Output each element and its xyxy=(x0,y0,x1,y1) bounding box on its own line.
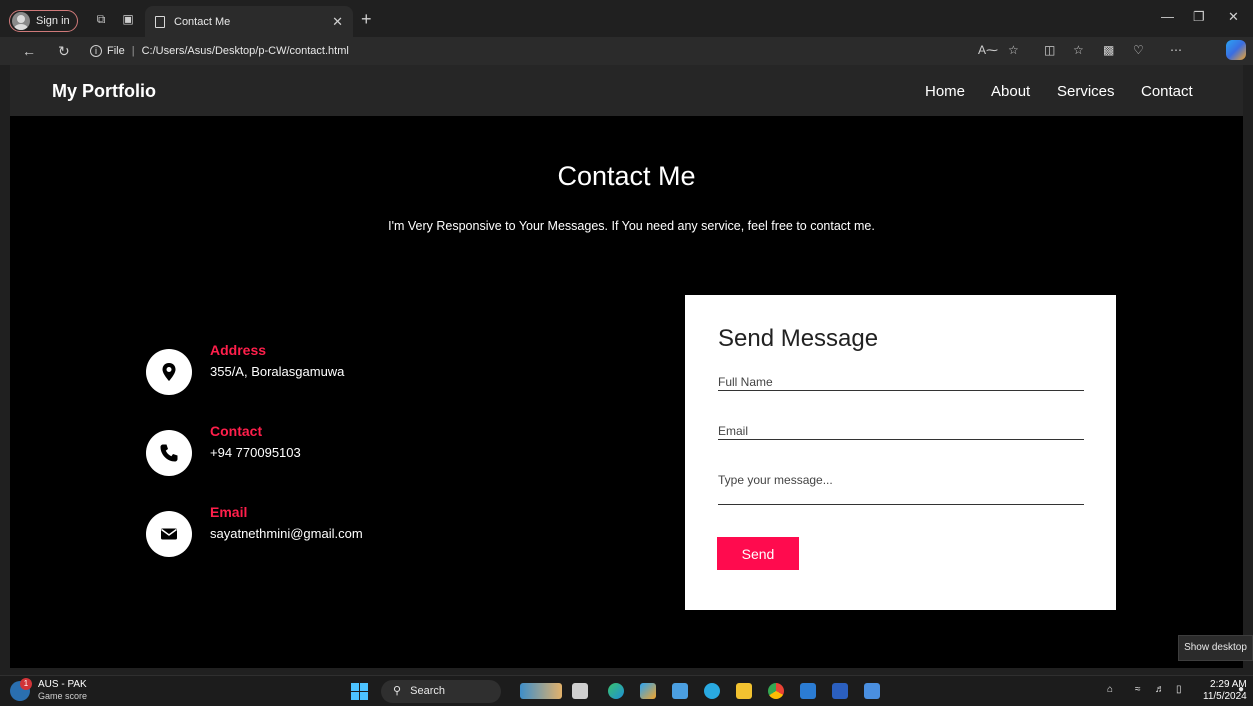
tab-contact-me[interactable]: Contact Me ✕ xyxy=(145,6,353,37)
notification-badge: 1 xyxy=(20,678,32,690)
contact-title: Contact xyxy=(210,423,263,439)
workspaces-icon[interactable]: ⧉ xyxy=(94,12,108,26)
read-aloud-icon[interactable]: A⁓ xyxy=(978,43,998,57)
close-window-icon[interactable]: ✕ xyxy=(1228,9,1239,25)
tab-actions-icon[interactable]: ▣ xyxy=(121,12,135,26)
address-value: 355/A, Boralasgamuwa xyxy=(210,364,345,379)
notepad-icon[interactable] xyxy=(864,683,880,699)
url-text: C:/Users/Asus/Desktop/p-CW/contact.html xyxy=(141,45,349,57)
url-field[interactable]: i File | C:/Users/Asus/Desktop/p-CW/cont… xyxy=(86,40,1086,62)
windows-taskbar: 1 AUS - PAK Game score ⚲ Search ⌂ ≈ ♬ ▯ … xyxy=(0,675,1253,706)
copilot-taskbar-icon[interactable] xyxy=(640,683,656,699)
search-label: Search xyxy=(410,685,445,697)
edge-icon[interactable] xyxy=(608,683,624,699)
address-icon-circle xyxy=(146,349,192,395)
favorites-icon[interactable]: ☆ xyxy=(1073,43,1084,57)
task-view-icon[interactable] xyxy=(572,683,588,699)
page-title: Contact Me xyxy=(557,161,696,191)
full-name-input[interactable] xyxy=(718,373,1084,391)
address-info-row: Address 355/A, Boralasgamuwa xyxy=(146,342,546,405)
page-icon xyxy=(155,15,165,28)
email-title: Email xyxy=(210,504,248,520)
contact-value: +94 770095103 xyxy=(210,445,301,460)
site-navbar: My Portfolio Home About Services Contact xyxy=(10,65,1243,116)
map-pin-icon xyxy=(162,363,176,381)
email-info-row: Email sayatnethmini@gmail.com xyxy=(146,504,546,567)
wifi-icon[interactable]: ≈ xyxy=(1135,684,1141,695)
site-brand[interactable]: My Portfolio xyxy=(52,81,156,102)
page-subtitle: I'm Very Responsive to Your Messages. If… xyxy=(388,219,875,233)
contact-icon-circle xyxy=(146,430,192,476)
envelope-icon xyxy=(161,528,177,540)
email-input[interactable] xyxy=(718,422,1084,440)
store-icon[interactable] xyxy=(672,683,688,699)
volume-icon[interactable]: ♬ xyxy=(1155,684,1165,695)
widgets-button[interactable]: 1 AUS - PAK Game score xyxy=(10,678,100,704)
address-title: Address xyxy=(210,342,267,358)
form-heading: Send Message xyxy=(718,325,879,352)
word-icon[interactable] xyxy=(832,683,848,699)
close-tab-icon[interactable]: ✕ xyxy=(332,14,343,30)
send-button[interactable]: Send xyxy=(717,537,799,570)
battery-icon[interactable]: ▯ xyxy=(1176,684,1182,695)
nav-home-link[interactable]: Home xyxy=(925,83,965,100)
search-highlight-icon[interactable] xyxy=(520,683,562,699)
contact-info-row: Contact +94 770095103 xyxy=(146,423,546,486)
email-value: sayatnethmini@gmail.com xyxy=(210,526,363,541)
browser-tab-bar: Sign in ⧉ ▣ Contact Me ✕ + — ❐ ✕ xyxy=(0,0,1253,37)
email-icon-circle xyxy=(146,511,192,557)
taskbar-search[interactable]: ⚲ Search xyxy=(381,680,501,703)
new-tab-icon[interactable]: + xyxy=(361,9,372,30)
back-arrow-icon[interactable]: ← xyxy=(22,43,36,59)
send-message-form: Send Message Send xyxy=(685,295,1116,610)
sign-in-label: Sign in xyxy=(36,15,70,27)
start-windows-icon[interactable] xyxy=(351,683,368,700)
browser-essentials-icon[interactable]: ♡ xyxy=(1133,43,1144,57)
tray-overflow-icon[interactable]: ⌂ xyxy=(1107,684,1113,695)
widget-subtitle: Game score xyxy=(38,691,88,701)
phone-icon xyxy=(160,444,178,462)
sign-in-button[interactable]: Sign in xyxy=(9,10,78,32)
chrome-icon[interactable] xyxy=(768,683,784,699)
notification-bell-icon[interactable]: ● xyxy=(1238,684,1244,695)
nav-contact-link[interactable]: Contact xyxy=(1141,83,1193,100)
search-icon: ⚲ xyxy=(393,685,402,697)
file-explorer-icon[interactable] xyxy=(736,683,752,699)
favorite-star-icon[interactable]: ☆ xyxy=(1008,43,1019,57)
address-bar: ← ↻ i File | C:/Users/Asus/Desktop/p-CW/… xyxy=(0,37,1253,65)
refresh-icon[interactable]: ↻ xyxy=(58,43,70,60)
copilot-icon[interactable] xyxy=(1226,40,1246,60)
more-menu-icon[interactable]: ⋯ xyxy=(1170,43,1182,57)
nav-about-link[interactable]: About xyxy=(991,83,1030,100)
url-scheme-label: File xyxy=(107,45,125,57)
nav-services-link[interactable]: Services xyxy=(1057,83,1115,100)
restore-icon[interactable]: ❐ xyxy=(1193,9,1205,25)
page-viewport: My Portfolio Home About Services Contact… xyxy=(10,65,1243,668)
widget-title: AUS - PAK xyxy=(38,679,87,690)
split-screen-icon[interactable]: ◫ xyxy=(1044,43,1055,57)
url-separator: | xyxy=(131,45,135,57)
info-icon[interactable]: i xyxy=(90,45,102,57)
profile-avatar-icon xyxy=(12,12,30,30)
message-textarea[interactable] xyxy=(718,473,1084,505)
show-desktop-tooltip: Show desktop xyxy=(1178,635,1253,661)
collections-icon[interactable]: ▩ xyxy=(1103,43,1114,57)
telegram-icon[interactable] xyxy=(704,683,720,699)
minimize-icon[interactable]: — xyxy=(1161,9,1174,24)
tab-title: Contact Me xyxy=(174,15,231,28)
vscode-icon[interactable] xyxy=(800,683,816,699)
